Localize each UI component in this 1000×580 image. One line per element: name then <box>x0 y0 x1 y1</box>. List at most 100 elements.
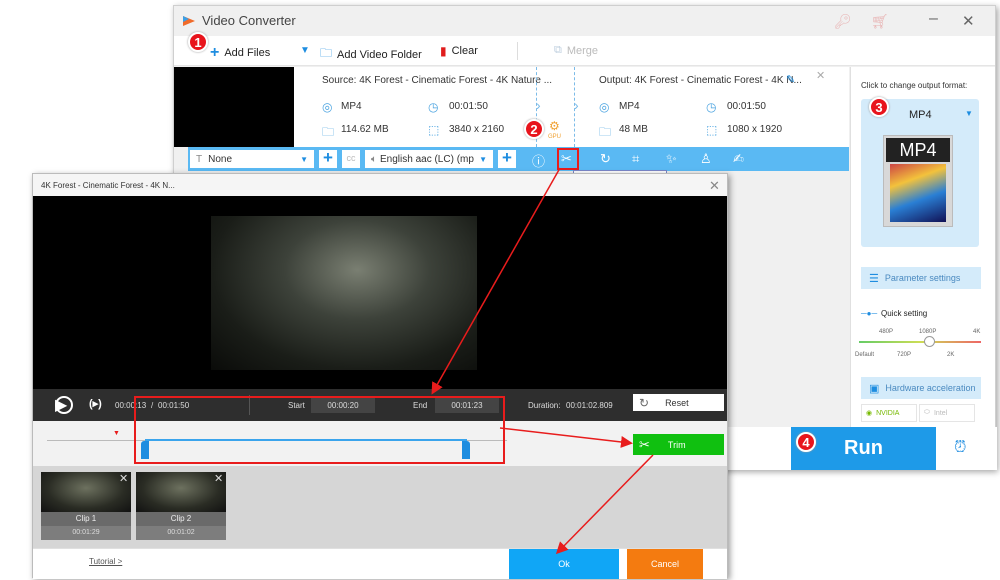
file-edit-bar: T None ▼ + cc 🔈︎ English aac (LC) (mp ▼ … <box>188 147 849 171</box>
remove-clip-icon[interactable]: ✕ <box>119 472 128 485</box>
remove-clip-icon[interactable]: ✕ <box>214 472 223 485</box>
nvidia-toggle[interactable]: ◉ NVIDIA <box>861 404 917 422</box>
subtitle-dropdown[interactable]: T None ▼ <box>190 150 314 168</box>
intel-label: Intel <box>933 409 948 417</box>
cart-icon[interactable]: 🛒︎ <box>871 13 889 30</box>
file-size-icon: 🗀︎ <box>599 125 612 139</box>
cc-icon[interactable]: cc <box>342 150 360 168</box>
app-logo-icon <box>183 16 195 26</box>
annotation-badge-3: 3 <box>869 97 889 117</box>
quality-tick-label: 1080P <box>919 329 937 335</box>
dialog-close-button[interactable]: ✕ <box>709 178 720 194</box>
cancel-button[interactable]: Cancel <box>627 549 703 579</box>
output-format: MP4 <box>619 101 640 112</box>
chevron-down-icon: ▼ <box>965 109 973 118</box>
annotation-badge-4: 4 <box>796 432 816 452</box>
chip-icon: ▣ <box>869 382 880 395</box>
info-icon[interactable]: ⓘ <box>532 151 545 170</box>
alarm-clock-icon[interactable]: ⏰︎ <box>954 439 966 457</box>
resolution-icon: ⬚ <box>428 123 440 137</box>
ok-button[interactable]: Ok <box>509 549 619 579</box>
output-size: 48 MB <box>619 124 648 135</box>
add-files-button[interactable]: + Add Files <box>210 44 270 62</box>
trim-button[interactable]: ✂ Trim <box>633 434 724 455</box>
add-files-label: Add Files <box>224 47 271 59</box>
playhead-marker[interactable]: ▼ <box>113 430 120 437</box>
clear-button[interactable]: ▮ Clear <box>440 44 478 58</box>
tutorial-link[interactable]: Tutorial > <box>89 557 122 566</box>
watermark-stamp-icon[interactable]: ♙ <box>700 151 712 167</box>
hardware-acceleration-button[interactable]: ▣ Hardware acceleration <box>861 377 981 399</box>
quality-tick-label: 720P <box>897 352 912 358</box>
reset-icon: ↻ <box>639 395 650 410</box>
clip-duration: 00:01:02 <box>136 526 226 540</box>
close-button[interactable]: ✕ <box>962 12 975 30</box>
text-icon: T <box>196 153 203 165</box>
intel-toggle[interactable]: ⬭ Intel <box>919 404 975 422</box>
clear-label: Clear <box>451 45 478 57</box>
minimize-button[interactable]: – <box>929 10 938 28</box>
annotation-badge-2: 2 <box>524 119 544 139</box>
quality-tick-label: Default <box>855 352 875 358</box>
add-folder-label: Add Video Folder <box>337 48 422 61</box>
audio-track-value: English aac (LC) (mp <box>380 153 474 165</box>
duration-value: 00:01:02.809 <box>566 401 613 410</box>
video-thumbnail[interactable] <box>174 67 294 147</box>
effects-wand-icon[interactable]: ✨︎ <box>666 151 677 167</box>
play-circle <box>55 396 73 414</box>
reset-label: Reset <box>665 397 689 408</box>
register-key-icon[interactable]: 🔑︎ <box>834 13 852 30</box>
gpu-label: GPU <box>548 134 562 140</box>
source-duration: 00:01:50 <box>449 101 488 112</box>
mp4-icon-label: MP4 <box>886 138 950 162</box>
video-preview[interactable] <box>33 196 727 389</box>
add-folder-button[interactable]: 🗀︎ Add Video Folder <box>320 44 422 65</box>
quality-tick-label: 480P <box>879 329 894 335</box>
audio-track-dropdown[interactable]: 🔈︎ English aac (LC) (mp ▼ <box>365 150 493 168</box>
quality-tick-label: 2K <box>947 352 955 358</box>
crop-icon[interactable]: ⌗ <box>632 151 639 167</box>
toolbar-divider <box>517 42 518 60</box>
scissors-trim-icon[interactable]: ✂ <box>561 151 572 167</box>
output-panel: Click to change output format: MP4 ▼ MP4… <box>850 67 995 427</box>
clip-item[interactable]: ✕ Clip 2 00:01:02 <box>136 472 226 540</box>
run-label: Run <box>844 437 883 459</box>
output-format-selector[interactable]: MP4 ▼ MP4 <box>861 99 979 247</box>
clock-icon: ◷ <box>706 100 717 114</box>
edit-output-name-icon[interactable]: ✎ <box>786 73 795 86</box>
merge-button[interactable]: ⧉ Merge <box>554 44 598 57</box>
intel-logo-icon: ⬭ <box>924 409 930 416</box>
parameter-settings-button[interactable]: ☰ Parameter settings <box>861 267 981 289</box>
next-frame-button[interactable]: (▸) <box>89 397 102 410</box>
parameter-settings-label: Parameter settings <box>884 273 961 283</box>
edit-pen-icon[interactable]: ✍︎ <box>733 151 744 167</box>
quality-slider-handle[interactable] <box>924 336 935 347</box>
output-duration: 00:01:50 <box>727 101 766 112</box>
clip-duration: 00:01:29 <box>41 526 131 540</box>
reset-button[interactable]: ↻ Reset <box>633 394 724 411</box>
clip-item[interactable]: ✕ Clip 1 00:01:29 <box>41 472 131 540</box>
rotate-icon[interactable]: ↻ <box>600 151 611 167</box>
ok-label: Ok <box>558 559 570 569</box>
remove-file-icon[interactable]: ✕ <box>816 69 825 82</box>
file-item[interactable]: Source: 4K Forest - Cinematic Forest - 4… <box>174 67 849 147</box>
change-format-label: Click to change output format: <box>861 81 968 90</box>
output-title: Output: 4K Forest - Cinematic Forest - 4… <box>599 75 802 86</box>
quality-slider-track[interactable] <box>859 341 981 343</box>
scissors-icon: ✂ <box>639 436 650 452</box>
plus-icon: + <box>210 44 220 61</box>
add-subtitle-button[interactable]: + <box>319 149 337 168</box>
file-size-icon: 🗀︎ <box>322 125 335 139</box>
add-audio-button[interactable]: + <box>498 149 516 168</box>
gpu-chip-icon: ⚙ <box>549 119 560 133</box>
merge-label: Merge <box>566 44 599 57</box>
source-size: 114.62 MB <box>341 124 389 135</box>
source-resolution: 3840 x 2160 <box>449 124 505 135</box>
app-title: Video Converter <box>202 13 296 28</box>
add-files-dropdown-icon[interactable]: ▼ <box>300 45 310 56</box>
toolbar: + Add Files ▼ 🗀︎ Add Video Folder ▮ Clea… <box>174 32 995 66</box>
title-bar: Video Converter 🔑︎ 🛒︎ – ✕ <box>174 6 995 36</box>
dialog-title: 4K Forest - Cinematic Forest - 4K N... <box>33 174 727 196</box>
speaker-icon: 🔈︎ <box>371 153 377 165</box>
balloon-image <box>890 164 946 222</box>
